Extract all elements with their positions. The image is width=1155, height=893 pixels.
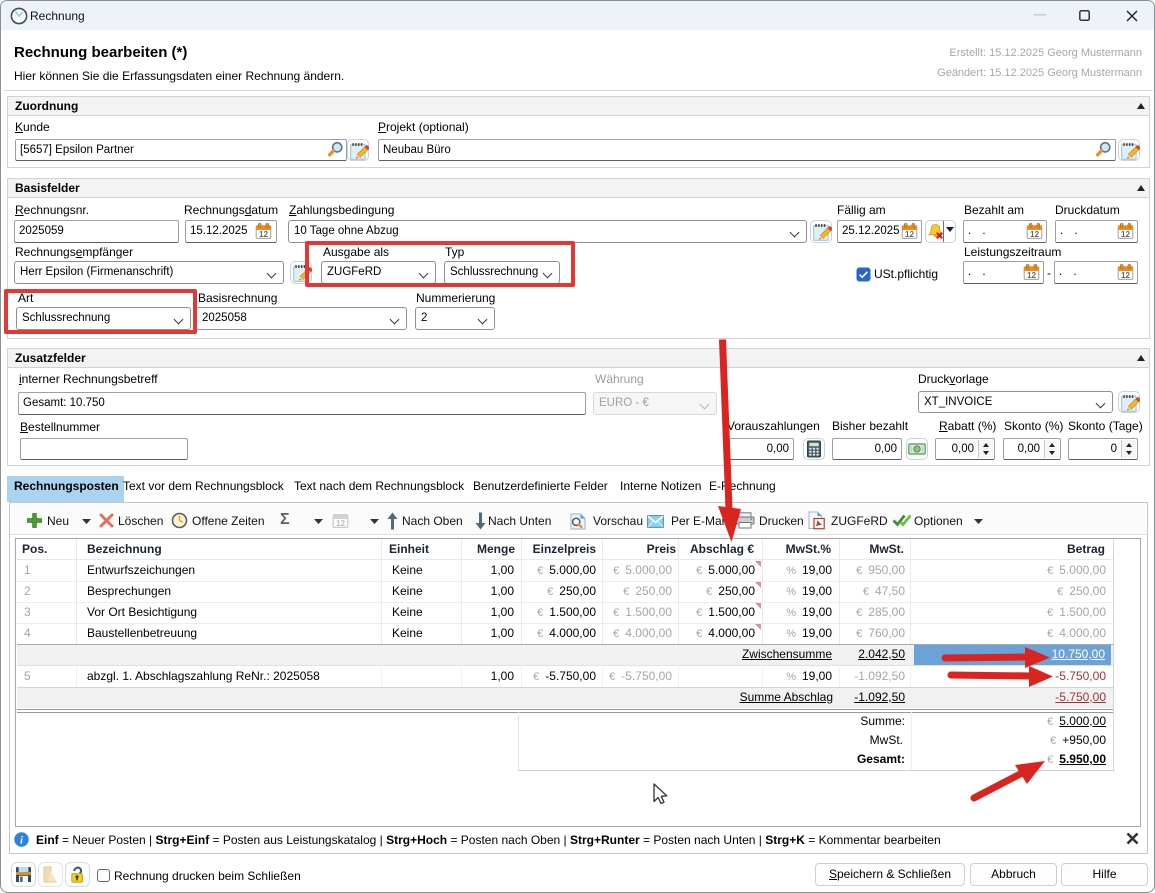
svg-text:i: i: [20, 836, 23, 847]
svg-text:12: 12: [336, 519, 346, 528]
